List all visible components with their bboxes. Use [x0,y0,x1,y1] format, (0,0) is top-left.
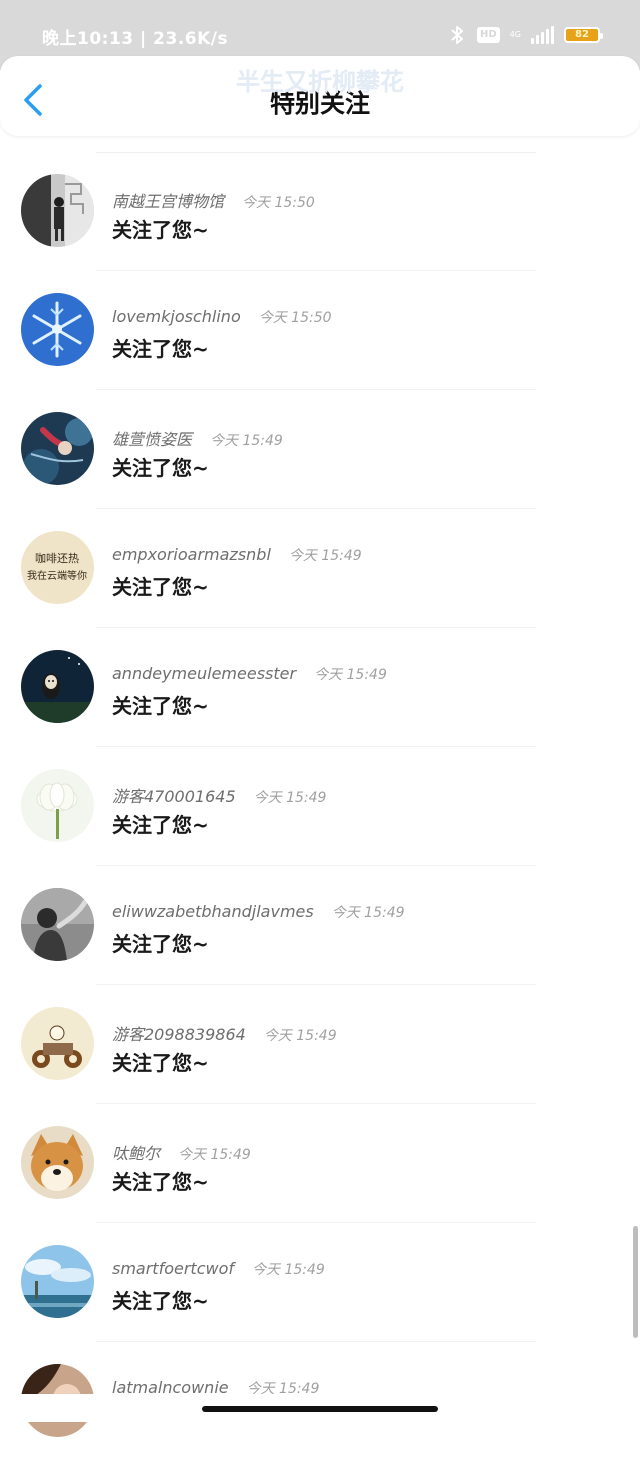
username[interactable]: 雄萱愤姿医 [112,426,192,450]
message: 关注了您~ [112,932,209,956]
signal-icon [531,26,554,44]
avatar-text: 我在云端等你 [27,569,87,582]
hd-badge: HD [477,27,500,43]
list-item[interactable]: anndeymeulemeesster 今天 15:49 关注了您~ [0,628,640,747]
message: 关注了您~ [112,1289,209,1313]
username[interactable]: eliwwzabetbhandjlavmes [112,902,314,921]
timestamp: 今天 15:49 [210,433,283,449]
timestamp: 今天 15:49 [314,667,387,683]
list-item[interactable]: 南越王宫博物馆 今天 15:50 关注了您~ [0,152,640,271]
message: 关注了您~ [112,694,209,718]
username[interactable]: 游客470001645 [112,783,236,807]
avatar[interactable] [21,769,94,842]
network-type: 4G [509,30,521,39]
avatar[interactable]: 咖啡还热 我在云端等你 [21,531,94,604]
item-meta: smartfoertcwof 今天 15:49 [112,1259,325,1279]
message: 关注了您~ [112,1170,209,1194]
item-meta: lovemkjoschlino 今天 15:50 [112,307,332,327]
timestamp: 今天 15:49 [253,790,327,806]
timestamp: 今天 15:49 [252,1262,325,1278]
item-meta: 游客470001645 今天 15:49 [112,783,326,807]
message: 关注了您~ [112,575,209,599]
avatar[interactable] [21,650,94,723]
item-meta: 雄萱愤姿医 今天 15:49 [112,426,283,450]
avatar[interactable] [21,1245,94,1318]
item-meta: 南越王宫博物馆 今天 15:50 [112,188,315,212]
avatar-text: 咖啡还热 [35,551,79,565]
username[interactable]: lovemkjoschlino [112,307,241,326]
timestamp: 今天 15:50 [242,195,315,211]
username[interactable]: smartfoertcwof [112,1259,234,1278]
timestamp: 今天 15:49 [331,905,405,921]
message: 关注了您~ [112,218,209,242]
home-indicator[interactable] [202,1406,438,1412]
avatar[interactable] [21,888,94,961]
timestamp: 今天 15:49 [178,1147,251,1163]
list-item[interactable]: smartfoertcwof 今天 15:49 关注了您~ [0,1223,640,1342]
timestamp: 今天 15:49 [263,1028,337,1044]
avatar[interactable] [21,412,94,485]
timestamp: 今天 15:50 [258,310,332,326]
username[interactable]: 游客2098839864 [112,1021,246,1045]
avatar[interactable] [21,1007,94,1080]
username[interactable]: anndeymeulemeesster [112,664,296,683]
bluetooth-icon [451,26,464,44]
timestamp: 今天 15:49 [288,548,362,564]
item-meta: eliwwzabetbhandjlavmes 今天 15:49 [112,902,405,922]
message: 关注了您~ [112,1051,209,1075]
item-meta: anndeymeulemeesster 今天 15:49 [112,664,387,684]
status-icons: HD 4G 82 [447,22,603,48]
list-item[interactable]: eliwwzabetbhandjlavmes 今天 15:49 关注了您~ [0,866,640,985]
item-meta: 呔鲍尔 今天 15:49 [112,1140,251,1164]
nav-bar: 特别关注 [0,56,640,136]
message: 关注了您~ [112,337,209,361]
battery-level: 82 [575,29,589,40]
scrollbar-thumb[interactable] [633,1226,638,1338]
item-meta: 游客2098839864 今天 15:49 [112,1021,337,1045]
list-item[interactable]: 咖啡还热 我在云端等你 empxorioarmazsnbl 今天 15:49 关… [0,509,640,628]
status-time-speed: 晚上10:13 | 23.6K/s [42,29,229,49]
list-item[interactable]: 游客2098839864 今天 15:49 关注了您~ [0,985,640,1104]
list-item[interactable]: 游客470001645 今天 15:49 关注了您~ [0,747,640,866]
username[interactable]: 南越王宫博物馆 [112,188,224,212]
page-title: 特别关注 [269,89,370,118]
message: 关注了您~ [112,456,209,480]
item-meta: empxorioarmazsnbl 今天 15:49 [112,545,362,565]
list-item[interactable]: 呔鲍尔 今天 15:49 关注了您~ [0,1104,640,1223]
username[interactable]: 呔鲍尔 [112,1140,160,1164]
avatar[interactable] [21,174,94,247]
battery-icon: 82 [564,27,603,43]
message: 关注了您~ [112,813,209,837]
avatar[interactable] [21,293,94,366]
avatar[interactable] [21,1126,94,1199]
list-item[interactable]: 雄萱愤姿医 今天 15:49 关注了您~ [0,390,640,509]
list-item[interactable]: lovemkjoschlino 今天 15:50 关注了您~ [0,271,640,390]
username[interactable]: empxorioarmazsnbl [112,545,271,564]
